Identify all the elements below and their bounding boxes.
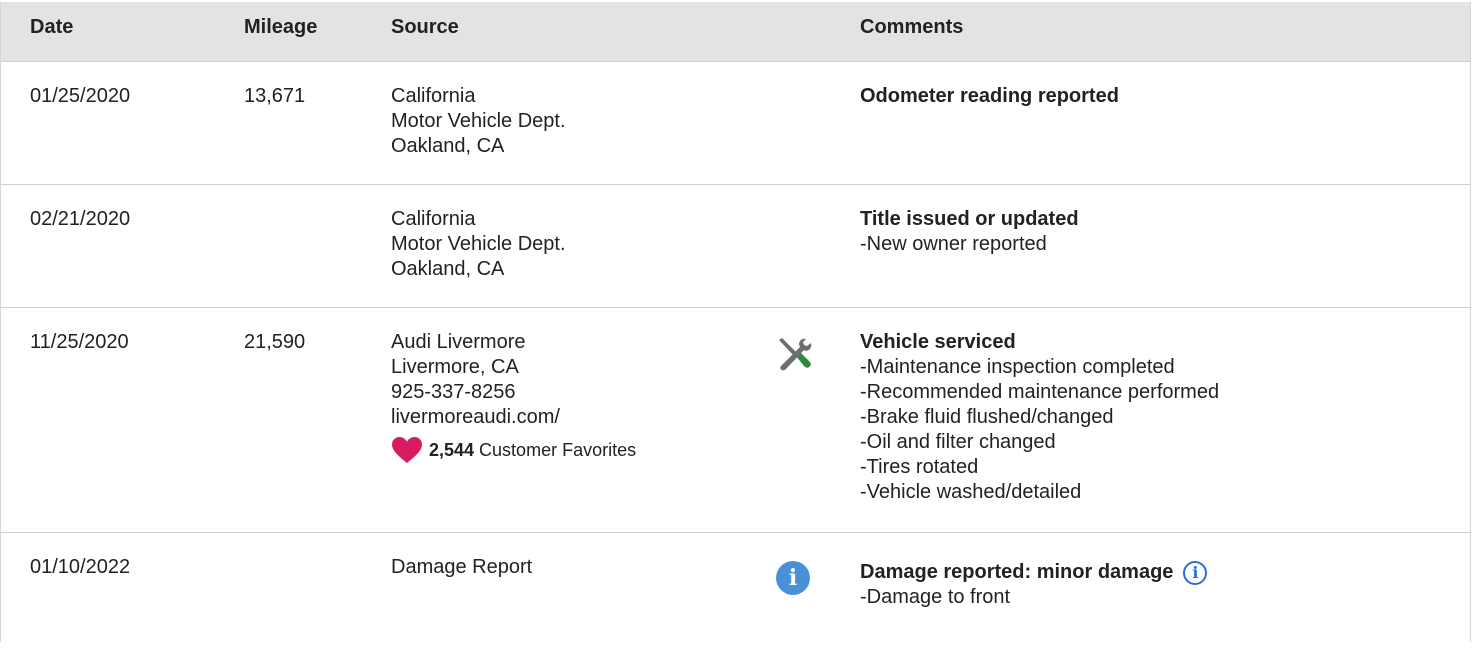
- comment-bullet: Damage to front: [860, 585, 1207, 610]
- table-row: 01/10/2022 Damage Report i Damage report…: [1, 533, 1470, 653]
- row-date: 02/21/2020: [30, 208, 131, 230]
- row-source: Audi Livermore Livermore, CA 925-337-825…: [391, 330, 636, 464]
- table-row: 01/25/2020 13,671 California Motor Vehic…: [1, 62, 1470, 185]
- header-source: Source: [391, 16, 459, 38]
- table-row: 02/21/2020 California Motor Vehicle Dept…: [1, 185, 1470, 308]
- row-comments: Vehicle serviced Maintenance inspection …: [860, 330, 1219, 505]
- source-line: Motor Vehicle Dept.: [391, 233, 566, 255]
- favorites-label: Customer Favorites: [479, 439, 637, 460]
- comment-bullet: Oil and filter changed: [860, 430, 1219, 455]
- source-line: Oakland, CA: [391, 135, 505, 157]
- source-line: California: [391, 208, 476, 230]
- source-line: Livermore, CA: [391, 356, 519, 378]
- customer-favorites[interactable]: 2,544 Customer Favorites: [391, 436, 636, 464]
- row-source: California Motor Vehicle Dept. Oakland, …: [391, 84, 566, 159]
- header-date: Date: [30, 16, 74, 38]
- row-date: 01/25/2020: [30, 85, 131, 107]
- vehicle-history-table: Date Mileage Source Comments 01/25/2020 …: [0, 2, 1471, 642]
- heart-icon: [392, 437, 422, 463]
- row-date: 01/10/2022: [30, 556, 131, 578]
- row-mileage: 21,590: [244, 331, 306, 353]
- table-header: Date Mileage Source Comments: [1, 2, 1470, 62]
- comment-bullet: Brake fluid flushed/changed: [860, 405, 1219, 430]
- comment-title-text: Damage reported: minor damage: [860, 561, 1174, 583]
- comment-bullet: Maintenance inspection completed: [860, 355, 1219, 380]
- source-line: Audi Livermore: [391, 331, 526, 353]
- source-line: Oakland, CA: [391, 258, 505, 280]
- comment-bullet: New owner reported: [860, 232, 1079, 257]
- damage-info-icon[interactable]: i: [1183, 560, 1208, 585]
- comment-title: Title issued or updated: [860, 208, 1079, 230]
- header-mileage: Mileage: [244, 16, 318, 38]
- service-tools-icon: [773, 334, 815, 383]
- table-row: 11/25/2020 21,590 Audi Livermore Livermo…: [1, 308, 1470, 533]
- row-source: Damage Report: [391, 555, 532, 580]
- info-icon: i: [776, 561, 810, 595]
- comment-bullet: Recommended maintenance performed: [860, 380, 1219, 405]
- info-glyph: i: [776, 561, 810, 595]
- header-comments: Comments: [860, 16, 964, 38]
- favorites-count: 2,544: [429, 439, 475, 460]
- comment-bullet: Vehicle washed/detailed: [860, 480, 1219, 505]
- row-comments: Title issued or updated New owner report…: [860, 207, 1079, 257]
- source-line: Motor Vehicle Dept.: [391, 110, 566, 132]
- row-source: California Motor Vehicle Dept. Oakland, …: [391, 207, 566, 282]
- comment-title: Damage reported: minor damage i: [860, 560, 1208, 585]
- source-line: California: [391, 85, 476, 107]
- row-comments: Odometer reading reported: [860, 84, 1119, 109]
- row-comments: Damage reported: minor damage i Damage to…: [860, 560, 1208, 610]
- row-mileage: 13,671: [244, 85, 306, 107]
- row-date: 11/25/2020: [30, 331, 129, 353]
- comment-title: Odometer reading reported: [860, 85, 1119, 107]
- comment-title: Vehicle serviced: [860, 331, 1016, 353]
- source-line: 925-337-8256: [391, 381, 516, 403]
- dealer-website-link[interactable]: livermoreaudi.com/: [391, 405, 636, 430]
- comment-bullet: Tires rotated: [860, 455, 1219, 480]
- source-line: Damage Report: [391, 556, 533, 578]
